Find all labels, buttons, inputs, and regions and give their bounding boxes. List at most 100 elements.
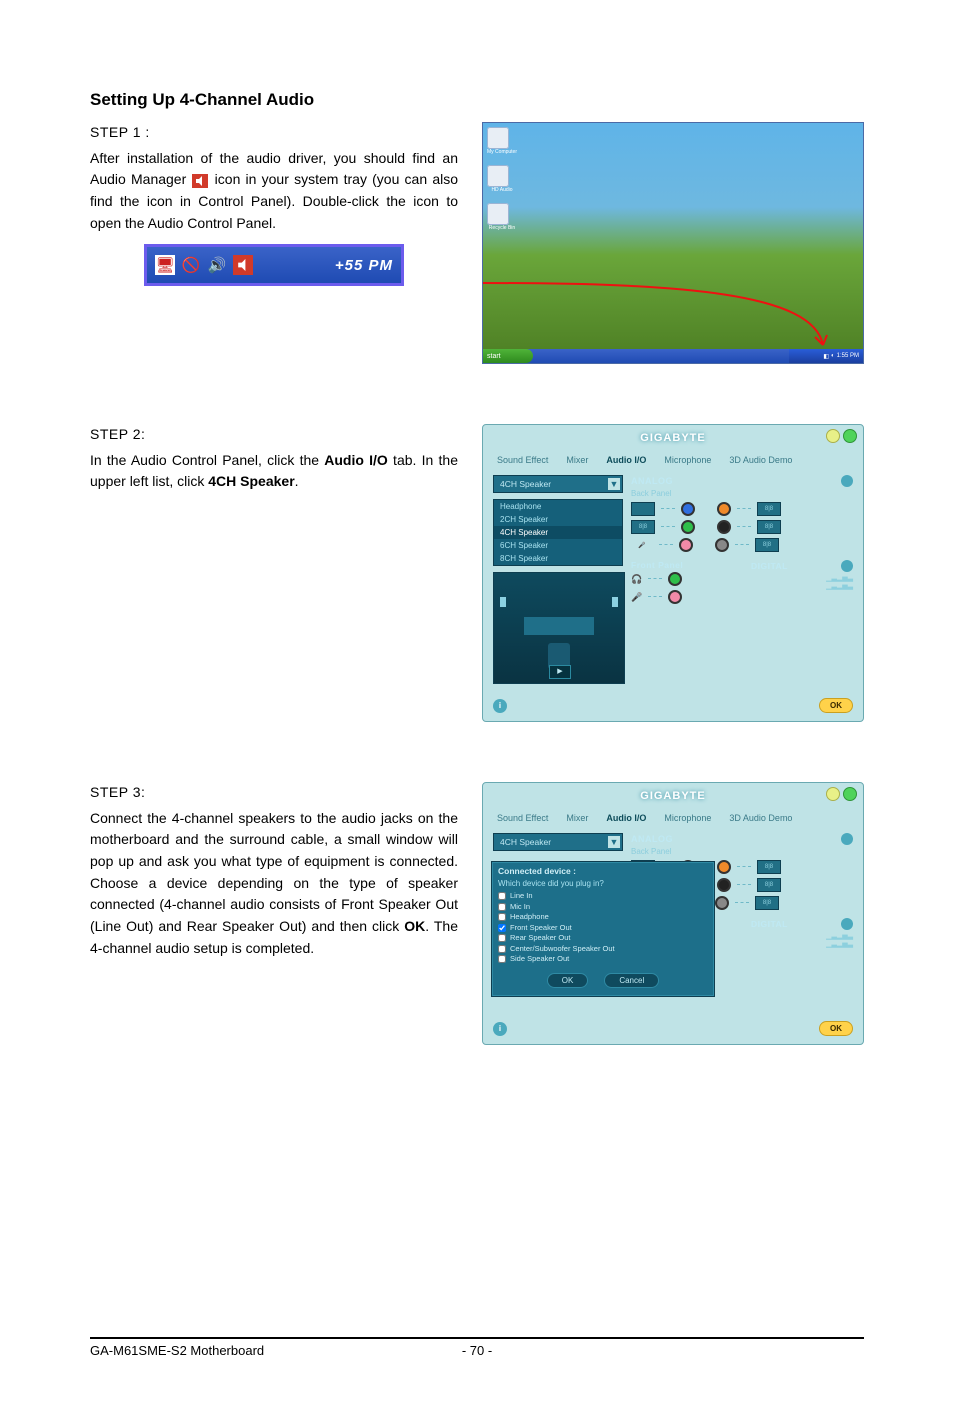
dialog-ok-button[interactable]: OK xyxy=(547,973,589,988)
tab-microphone[interactable]: Microphone xyxy=(664,813,711,823)
front-jack-green[interactable] xyxy=(668,572,682,586)
step2-label: STEP 2: xyxy=(90,424,458,446)
jack-slot: 8|8 xyxy=(757,878,781,892)
jack-pink[interactable] xyxy=(679,538,693,552)
settings-icon[interactable] xyxy=(841,833,853,845)
ok-button[interactable]: OK xyxy=(819,698,853,713)
speaker-config-select[interactable]: 4CH Speaker ▼ xyxy=(493,475,623,493)
tab-mixer[interactable]: Mixer xyxy=(566,455,588,465)
back-panel-label: Back Panel xyxy=(631,847,853,856)
step1-label: STEP 1 : xyxy=(90,122,458,144)
speaker-option[interactable]: 6CH Speaker xyxy=(494,539,622,552)
step2-paragraph: In the Audio Control Panel, click the Au… xyxy=(90,450,458,493)
dialog-option[interactable]: Front Speaker Out xyxy=(498,923,708,934)
info-icon[interactable]: i xyxy=(493,1022,507,1036)
step3-label: STEP 3: xyxy=(90,782,458,804)
tab-3d-demo[interactable]: 3D Audio Demo xyxy=(729,813,792,823)
jack-blue[interactable] xyxy=(681,502,695,516)
dialog-option[interactable]: Center/Subwoofer Speaker Out xyxy=(498,944,708,955)
jack-grey[interactable] xyxy=(715,538,729,552)
mic-icon: 🎤 xyxy=(631,592,642,603)
dialog-option[interactable]: Headphone xyxy=(498,912,708,923)
footer-page-number: - 70 - xyxy=(462,1343,492,1358)
dialog-header: Connected device : xyxy=(498,866,708,876)
speaker-option[interactable]: 2CH Speaker xyxy=(494,513,622,526)
speaker-option[interactable]: Headphone xyxy=(494,500,622,513)
tray-speaker-icon: 🔊 xyxy=(207,255,227,275)
audio-control-panel: GIGABYTE Sound Effect Mixer Audio I/O Mi… xyxy=(482,424,864,722)
tab-mixer[interactable]: Mixer xyxy=(566,813,588,823)
dialog-option-checkbox[interactable] xyxy=(498,955,506,963)
tray-time: +55 PM xyxy=(335,254,393,277)
system-tray: 🖥 🚫 🔊 +55 PM xyxy=(144,244,404,286)
minimize-icon[interactable] xyxy=(826,787,840,801)
jack-slot: 🎤 xyxy=(631,539,653,551)
jack-black[interactable] xyxy=(717,878,731,892)
analog-label: ANALOG xyxy=(631,834,673,844)
dialog-option-label: Side Speaker Out xyxy=(510,954,569,965)
dialog-option-label: Line In xyxy=(510,891,533,902)
tray-audio-manager-icon[interactable] xyxy=(233,255,253,275)
front-jack-pink[interactable] xyxy=(668,590,682,604)
step1-paragraph: After installation of the audio driver, … xyxy=(90,148,458,235)
dialog-option-label: Front Speaker Out xyxy=(510,923,572,934)
minimize-icon[interactable] xyxy=(826,429,840,443)
dialog-option[interactable]: Side Speaker Out xyxy=(498,954,708,965)
dialog-cancel-button[interactable]: Cancel xyxy=(604,973,659,988)
close-icon[interactable] xyxy=(843,787,857,801)
settings-icon[interactable] xyxy=(841,475,853,487)
dialog-option-checkbox[interactable] xyxy=(498,903,506,911)
chevron-down-icon[interactable]: ▼ xyxy=(608,836,620,848)
dialog-option-checkbox[interactable] xyxy=(498,934,506,942)
jack-orange[interactable] xyxy=(717,860,731,874)
dialog-option[interactable]: Mic In xyxy=(498,902,708,913)
dialog-option-label: Rear Speaker Out xyxy=(510,933,570,944)
jack-slot: 8|8 xyxy=(757,860,781,874)
connected-device-dialog: Connected device : Which device did you … xyxy=(491,861,715,997)
jack-black[interactable] xyxy=(717,520,731,534)
headphone-icon: 🎧 xyxy=(631,574,642,585)
info-icon[interactable]: i xyxy=(493,699,507,713)
digital-waveform: ▁▃▂▅▃ xyxy=(751,940,853,948)
dialog-option[interactable]: Line In xyxy=(498,891,708,902)
dialog-option-label: Mic In xyxy=(510,902,530,913)
dialog-option-checkbox[interactable] xyxy=(498,913,506,921)
ok-button[interactable]: OK xyxy=(819,1021,853,1036)
dialog-option-label: Center/Subwoofer Speaker Out xyxy=(510,944,615,955)
speaker-layout-illustration: ▶ xyxy=(493,572,625,684)
tab-microphone[interactable]: Microphone xyxy=(664,455,711,465)
tab-audio-io[interactable]: Audio I/O xyxy=(606,813,646,823)
digital-label: DIGITAL xyxy=(751,919,788,929)
front-panel-label: Front Panel xyxy=(631,560,683,570)
speaker-option[interactable]: 8CH Speaker xyxy=(494,552,622,565)
jack-orange[interactable] xyxy=(717,502,731,516)
speaker-selected-value: 4CH Speaker xyxy=(500,479,551,489)
desktop-screenshot: My Computer HD Audio Recycle Bin start xyxy=(482,122,864,364)
dialog-option-checkbox[interactable] xyxy=(498,892,506,900)
demo-play-button[interactable]: ▶ xyxy=(549,665,571,679)
tab-audio-io[interactable]: Audio I/O xyxy=(606,455,646,465)
tray-monitor-icon: 🖥 xyxy=(155,255,175,275)
tab-3d-demo[interactable]: 3D Audio Demo xyxy=(729,455,792,465)
speaker-option[interactable]: 4CH Speaker xyxy=(494,526,622,539)
jack-green[interactable] xyxy=(681,520,695,534)
settings-icon[interactable] xyxy=(841,918,853,930)
tab-sound-effect[interactable]: Sound Effect xyxy=(497,455,548,465)
dialog-option-checkbox[interactable] xyxy=(498,945,506,953)
dialog-option[interactable]: Rear Speaker Out xyxy=(498,933,708,944)
jack-slot: 8|8 xyxy=(757,520,781,534)
settings-icon[interactable] xyxy=(841,560,853,572)
audio-manager-icon xyxy=(192,174,208,188)
page-footer: GA-M61SME-S2 Motherboard - 70 - GA-M61SM… xyxy=(90,1337,864,1358)
jack-slot: 8|8 xyxy=(755,538,779,552)
footer-model: GA-M61SME-S2 Motherboard xyxy=(90,1343,264,1358)
dialog-option-checkbox[interactable] xyxy=(498,924,506,932)
tab-sound-effect[interactable]: Sound Effect xyxy=(497,813,548,823)
close-icon[interactable] xyxy=(843,429,857,443)
speaker-config-select[interactable]: 4CH Speaker ▼ xyxy=(493,833,623,851)
dialog-options: Line InMic InHeadphoneFront Speaker OutR… xyxy=(498,891,708,965)
audio-control-panel: GIGABYTE Sound Effect Mixer Audio I/O Mi… xyxy=(482,782,864,1045)
chevron-down-icon[interactable]: ▼ xyxy=(608,478,620,490)
dialog-question: Which device did you plug in? xyxy=(498,879,708,888)
jack-grey[interactable] xyxy=(715,896,729,910)
